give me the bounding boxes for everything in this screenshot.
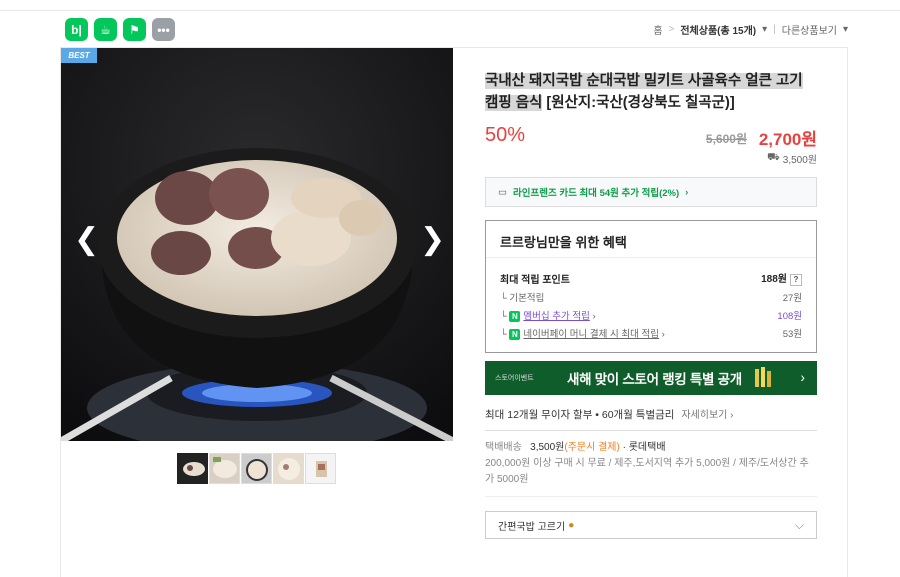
more-icon[interactable]: •••: [152, 18, 175, 41]
option-placeholder: 간편국밥 고르기: [498, 521, 566, 533]
shipping-fee: ⛟ 3,500원: [767, 151, 817, 166]
basic-points-label: 기본적립: [509, 293, 545, 304]
credit-card-icon: ▭: [498, 186, 507, 198]
chevron-down-icon: ⌵: [794, 518, 804, 532]
next-image-button[interactable]: ❯: [420, 225, 445, 255]
price-row: 50% 5,600원 2,700원: [485, 124, 817, 149]
thumbnail-1[interactable]: [177, 453, 208, 484]
thumbnail-4[interactable]: [273, 453, 304, 484]
info-icon: ●: [568, 519, 575, 531]
product-origin: [원산지:국산(경상북도 칠곡군)]: [546, 95, 735, 111]
installment-detail-link[interactable]: 자세히보기 ›: [681, 410, 733, 421]
section-divider: [485, 430, 817, 431]
basic-points-row: └ 기본적립 27원: [500, 290, 802, 304]
sale-price: 2,700원: [758, 130, 817, 149]
delivery-fee: 3,500원: [530, 442, 565, 453]
truck-icon: ⛟: [767, 152, 780, 163]
breadcrumb-home[interactable]: 홈: [653, 22, 662, 37]
bookmark-icon[interactable]: ⚑: [123, 18, 146, 41]
app-shortcuts: b| ☕ ⚑ •••: [65, 18, 175, 41]
card-benefit-link[interactable]: ▭ 라인프렌즈 카드 최대 54원 추가 적립(2%) ›: [485, 177, 817, 207]
benefit-box: 르르랑님만을 위한 혜택 최대 적립 포인트 188원? └ 기본적립 27원 …: [485, 220, 817, 353]
breadcrumb-all-products[interactable]: 전체상품(총 15개): [680, 22, 756, 37]
basic-points-value: 27원: [782, 293, 802, 304]
membership-points-link[interactable]: 멤버십 추가 적립: [523, 311, 589, 322]
discount-rate: 50%: [485, 124, 526, 146]
prev-image-button[interactable]: ❮: [74, 225, 99, 255]
breadcrumb: 홈 > 전체상품(총 15개) ▾ | 다른상품보기 ▾: [653, 22, 848, 37]
banner-small-label: 스토어이벤트: [495, 375, 534, 382]
thumbnail-3[interactable]: [241, 453, 272, 484]
banner-text: 새해 맞이 스토어 랭킹 특별 공개: [567, 372, 742, 387]
thumbnail-2[interactable]: [209, 453, 240, 484]
product-main-image: [61, 48, 453, 441]
help-icon[interactable]: ?: [790, 274, 802, 286]
membership-points-value: 108원: [777, 311, 802, 322]
max-points-value: 188원: [761, 274, 787, 285]
installment-text: 최대 12개월 무이자 할부 • 60개월 특별금리: [485, 409, 675, 421]
chevron-down-icon[interactable]: ▾: [762, 24, 767, 35]
delivery-info: 택배배송 3,500원(주문시 결제) · 롯데택배 200,000원 이상 구…: [485, 440, 817, 488]
cafe-icon[interactable]: ☕: [94, 18, 117, 41]
blog-icon[interactable]: b|: [65, 18, 88, 41]
chevron-right-icon: ›: [800, 369, 805, 385]
section-divider: [485, 496, 817, 497]
npay-points-link[interactable]: 네이버페이 머니 결제 시 최대 적립: [523, 329, 659, 340]
delivery-policy: 200,000원 이상 구매 시 무료 / 제주,도서지역 추가 5,000원 …: [485, 458, 809, 485]
store-event-banner[interactable]: 스토어이벤트 새해 맞이 스토어 랭킹 특별 공개 ›: [485, 361, 817, 395]
thumbnail-5[interactable]: [305, 453, 336, 484]
naver-plus-icon: N: [509, 311, 521, 322]
thumbnail-list: [177, 453, 336, 484]
trophy-icon: [755, 367, 771, 387]
delivery-method: 택배배송: [485, 442, 522, 453]
card-benefit-text: 라인프렌즈 카드 최대 54원 추가 적립(2%): [512, 188, 680, 199]
chevron-down-icon[interactable]: ▾: [843, 24, 848, 35]
npay-icon: N: [509, 329, 521, 340]
npay-points-row: └ N 네이버페이 머니 결제 시 최대 적립 › 53원: [500, 326, 802, 340]
product-title-block: 국내산 돼지국밥 순대국밥 밀키트 사골육수 얼큰 고기 캠핑 음식 [원산지:…: [485, 70, 817, 114]
membership-points-row: └ N 멤버십 추가 적립 › 108원: [500, 308, 802, 322]
shipping-fee-value: 3,500원: [782, 155, 817, 166]
delivery-carrier: 롯데택배: [628, 442, 666, 453]
chevron-right-icon: ›: [685, 186, 689, 198]
npay-points-value: 53원: [782, 329, 802, 340]
breadcrumb-divider: |: [773, 24, 776, 35]
breadcrumb-other-products[interactable]: 다른상품보기: [782, 22, 837, 37]
installment-info: 최대 12개월 무이자 할부 • 60개월 특별금리 자세히보기 ›: [485, 406, 733, 422]
gukbap-photo: [61, 48, 453, 441]
benefit-title: 르르랑님만을 위한 혜택: [500, 235, 627, 250]
delivery-payment-note: (주문시 결제): [564, 442, 620, 453]
original-price: 5,600원: [705, 132, 747, 146]
benefit-divider: [486, 257, 816, 258]
chevron-right-icon: >: [668, 24, 675, 35]
installment-link-label: 자세히보기: [681, 410, 728, 421]
best-badge: BEST: [61, 48, 97, 63]
option-select[interactable]: 간편국밥 고르기 ● ⌵: [485, 511, 817, 539]
product-title: 국내산 돼지국밥 순대국밥 밀키트 사골육수 얼큰 고기 캠핑 음식 [원산지:…: [485, 70, 817, 114]
top-divider: [0, 10, 900, 11]
max-points-row: 최대 적립 포인트 188원?: [500, 270, 802, 286]
max-points-label: 최대 적립 포인트: [500, 274, 570, 286]
